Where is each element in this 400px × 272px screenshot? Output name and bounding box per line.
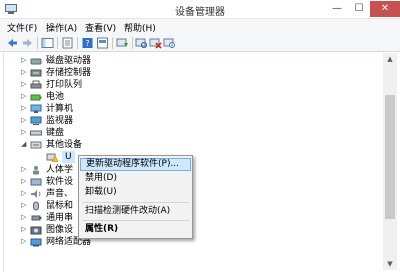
keyboard-icon bbox=[30, 130, 42, 136]
menu-help[interactable]: 帮助(H) bbox=[124, 21, 156, 34]
menu-scan-hardware[interactable]: 扫描检测硬件改动(A) bbox=[80, 205, 191, 218]
tree-label: 键盘 bbox=[46, 128, 65, 138]
expand-arrow-icon[interactable]: ▷ bbox=[21, 165, 26, 173]
expand-arrow-icon[interactable]: ▷ bbox=[21, 128, 26, 136]
menu-separator bbox=[82, 202, 189, 203]
expand-arrow-icon[interactable]: ▷ bbox=[21, 213, 26, 221]
expand-arrow-icon[interactable]: ▷ bbox=[21, 237, 26, 245]
console-tree-icon[interactable] bbox=[41, 37, 54, 49]
maximize-button[interactable]: ☐ bbox=[348, 1, 370, 17]
menu-action[interactable]: 操作(A) bbox=[46, 21, 77, 34]
imaging-icon bbox=[30, 226, 42, 235]
menu-properties[interactable]: 属性(R) bbox=[80, 223, 191, 236]
scroll-up-icon[interactable]: ▲ bbox=[383, 53, 397, 65]
collapse-arrow-icon[interactable]: ◢ bbox=[21, 140, 26, 148]
close-button[interactable]: ✕ bbox=[370, 1, 400, 17]
toolbar: ? bbox=[0, 35, 400, 52]
usb-icon bbox=[31, 215, 42, 221]
tree-node-keyboards[interactable]: ▷ 键盘 bbox=[4, 127, 374, 139]
expand-arrow-icon[interactable]: ▷ bbox=[21, 189, 26, 197]
mouse-icon bbox=[33, 201, 39, 211]
menu-uninstall[interactable]: 卸载(U) bbox=[80, 186, 191, 199]
menu-file[interactable]: 文件(F) bbox=[7, 21, 37, 34]
back-icon[interactable] bbox=[6, 37, 19, 49]
tree-label: 人体学 bbox=[46, 165, 74, 175]
menu-update-driver[interactable]: 更新驱动程序软件(P)... bbox=[80, 158, 191, 171]
tree-node-batteries[interactable]: ▷ 电池 bbox=[4, 91, 374, 103]
tree-node-computer[interactable]: ▷ 计算机 bbox=[4, 103, 374, 115]
tree-label: 图像设 bbox=[46, 225, 74, 235]
tree-label: 电池 bbox=[46, 92, 65, 102]
menu-view[interactable]: 查看(V) bbox=[85, 21, 116, 34]
tree-node-other-devices[interactable]: ◢ 其他设备 bbox=[4, 139, 374, 151]
expand-arrow-icon[interactable]: ▷ bbox=[21, 177, 26, 185]
other-devices-icon bbox=[30, 141, 42, 149]
network-adapter-icon bbox=[30, 238, 42, 247]
expand-arrow-icon[interactable]: ▷ bbox=[21, 56, 26, 64]
storage-controller-icon bbox=[30, 69, 42, 77]
tree-label: 打印队列 bbox=[46, 80, 83, 90]
tree-label: 其他设备 bbox=[46, 140, 83, 150]
menu-disable[interactable]: 禁用(D) bbox=[80, 172, 191, 185]
forward-icon[interactable] bbox=[21, 37, 34, 49]
svg-text:?: ? bbox=[85, 39, 89, 48]
tree-label: 软件设 bbox=[46, 177, 74, 187]
update-driver-icon[interactable] bbox=[116, 37, 129, 49]
minimize-button[interactable]: — bbox=[326, 1, 348, 17]
disk-drive-icon bbox=[30, 58, 42, 65]
expand-arrow-icon[interactable]: ▷ bbox=[21, 68, 26, 76]
context-menu: 更新驱动程序软件(P)... 禁用(D) 卸载(U) 扫描检测硬件改动(A) 属… bbox=[78, 155, 193, 239]
print-queue-icon bbox=[30, 80, 42, 89]
tree-label: 监视器 bbox=[46, 116, 74, 126]
device-tree[interactable]: ▷ 磁盘驱动器 ▷ 存储控制器 ▷ 打印队列 ▷ 电池 ▷ 计算机 ▷ 监视器 … bbox=[3, 53, 383, 272]
tree-node-disk-drives[interactable]: ▷ 磁盘驱动器 bbox=[4, 55, 374, 67]
expand-arrow-icon[interactable]: ▷ bbox=[21, 201, 26, 209]
tree-node-print-queues[interactable]: ▷ 打印队列 bbox=[4, 79, 374, 91]
tree-node-monitors[interactable]: ▷ 监视器 bbox=[4, 115, 374, 127]
software-device-icon bbox=[30, 178, 42, 186]
vertical-scrollbar[interactable]: ▲ ▼ bbox=[383, 53, 397, 270]
title-bar: 设备管理器 — ☐ ✕ bbox=[0, 0, 400, 19]
expand-arrow-icon[interactable]: ▷ bbox=[21, 116, 26, 124]
sound-icon bbox=[31, 190, 41, 198]
tree-node-storage-controllers[interactable]: ▷ 存储控制器 bbox=[4, 67, 374, 79]
disable-icon[interactable] bbox=[163, 37, 176, 49]
expand-arrow-icon[interactable]: ▷ bbox=[21, 80, 26, 88]
uninstall-icon[interactable] bbox=[149, 37, 162, 49]
hid-icon bbox=[33, 166, 39, 175]
menu-separator bbox=[82, 220, 189, 221]
properties-icon[interactable] bbox=[61, 37, 74, 49]
tree-label: 声音、 bbox=[46, 189, 74, 199]
tree-node-unknown-device[interactable]: U bbox=[20, 151, 383, 163]
scan-hardware-icon[interactable] bbox=[135, 37, 148, 49]
tree-label: U bbox=[62, 151, 75, 163]
expand-arrow-icon[interactable]: ▷ bbox=[21, 104, 26, 112]
help-icon[interactable]: ? bbox=[81, 37, 94, 49]
tree-label: 计算机 bbox=[46, 104, 74, 114]
expand-arrow-icon[interactable]: ▷ bbox=[21, 225, 26, 233]
battery-icon bbox=[30, 94, 42, 101]
unknown-device-warning-icon bbox=[46, 153, 58, 162]
scroll-down-icon[interactable]: ▼ bbox=[383, 258, 397, 270]
computer-icon bbox=[30, 104, 42, 113]
scrollbar-thumb[interactable] bbox=[385, 95, 395, 219]
tree-label: 通用串 bbox=[46, 213, 74, 223]
expand-arrow-icon[interactable]: ▷ bbox=[21, 92, 26, 100]
tree-label: 存储控制器 bbox=[46, 68, 92, 78]
tree-label: 鼠标和 bbox=[46, 201, 74, 211]
tree-label: 磁盘驱动器 bbox=[46, 56, 92, 66]
monitor-icon bbox=[30, 116, 42, 125]
menu-bar: 文件(F) 操作(A) 查看(V) 帮助(H) bbox=[0, 19, 400, 35]
show-hide-icon[interactable] bbox=[96, 37, 109, 49]
